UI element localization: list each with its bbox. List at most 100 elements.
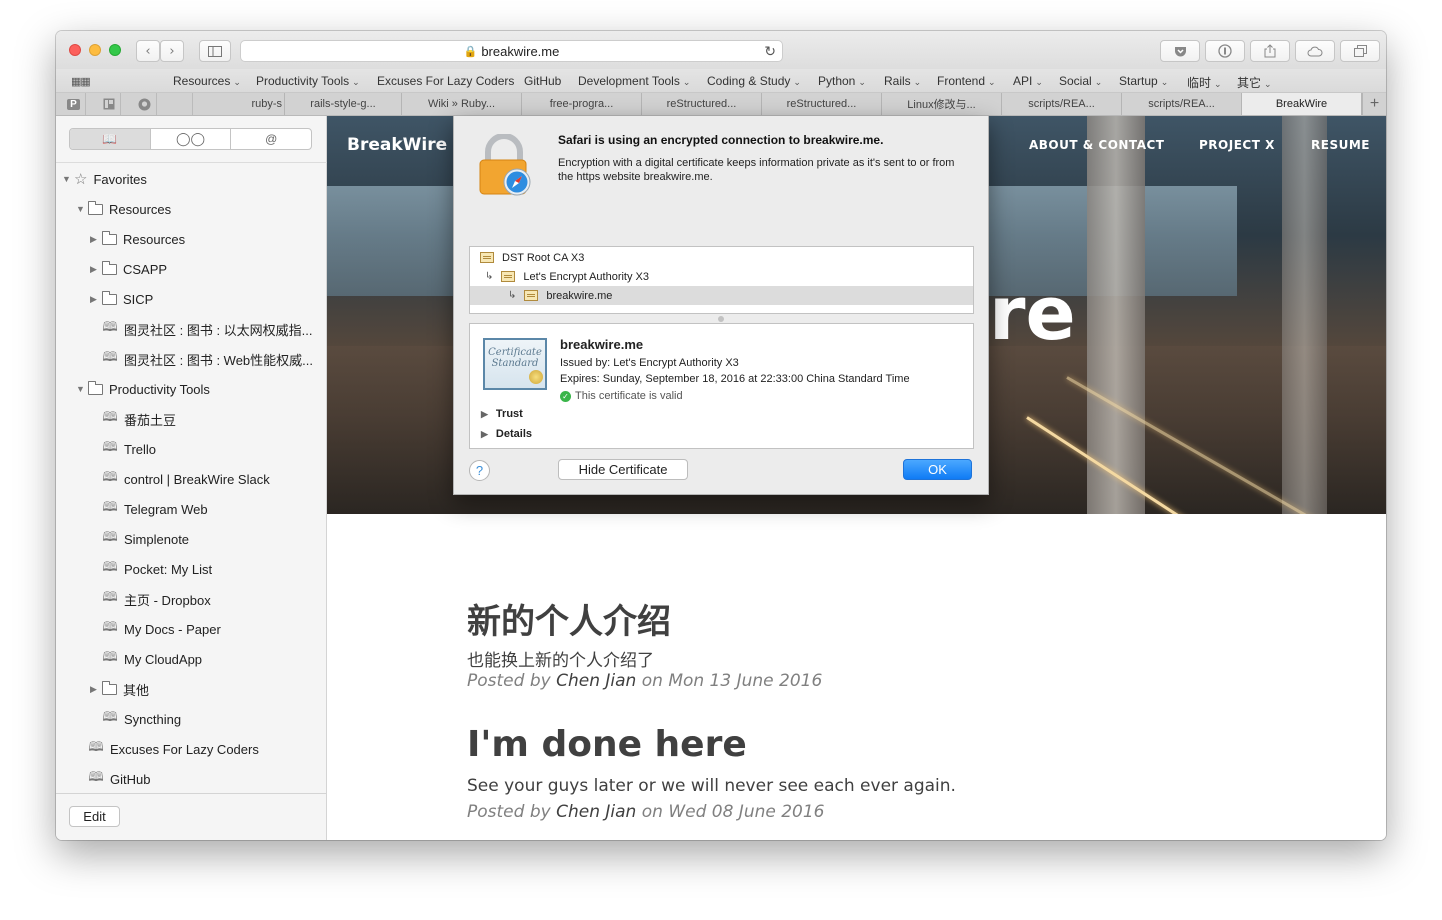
minimize-window-button[interactable] [89, 44, 101, 56]
disclosure-closed-icon[interactable]: ▶ [90, 264, 102, 275]
sidebar-item-pocket[interactable]: 🕮 Pocket: My List [102, 554, 212, 584]
sidebar-item-telegram[interactable]: 🕮 Telegram Web [102, 494, 207, 524]
bookmark-linshi[interactable]: 临时 ⌄ [1187, 74, 1222, 91]
reload-icon[interactable]: ↻ [764, 43, 776, 60]
site-brand[interactable]: BreakWire [347, 135, 447, 155]
sidebar-item-turing-web[interactable]: 🕮 图灵社区 : 图书 : Web性能权威... [102, 344, 313, 374]
bookmark-development-tools[interactable]: Development Tools ⌄ [578, 74, 690, 88]
post-title[interactable]: 新的个人介绍 [467, 594, 671, 643]
bookmark-rails[interactable]: Rails ⌄ [884, 74, 921, 88]
tab[interactable]: Linux修改与... [882, 93, 1002, 115]
sidebar-item-favorites[interactable]: ▼ ☆ Favorites [62, 164, 147, 194]
sidebar-item-qita-folder[interactable]: ▶ 其他 [90, 674, 149, 704]
disclosure-open-icon[interactable]: ▼ [76, 384, 88, 394]
tab[interactable]: Wiki » Ruby... [402, 93, 522, 115]
sidebar-item-syncthing[interactable]: 🕮 Syncthing [102, 704, 181, 734]
nav-about-contact[interactable]: ABOUT & CONTACT [1029, 138, 1164, 152]
details-disclosure[interactable]: ▶ Details [481, 428, 532, 440]
sidebar-item-turing-ethernet[interactable]: 🕮 图灵社区 : 图书 : 以太网权威指... [102, 314, 312, 344]
ok-button[interactable]: OK [903, 459, 972, 480]
tab[interactable]: rails-style-g... [285, 93, 402, 115]
disclosure-closed-icon[interactable]: ▶ [90, 684, 102, 695]
split-handle[interactable] [718, 316, 724, 322]
sidebar-item-fanqie[interactable]: 🕮 番茄土豆 [102, 404, 176, 434]
sidebar-item-dropbox[interactable]: 🕮 主页 - Dropbox [102, 584, 210, 614]
tab[interactable]: reStructured... [762, 93, 882, 115]
post-subtitle[interactable]: 也能换上新的个人介绍了 [467, 646, 654, 671]
sidebar-item-slack[interactable]: 🕮 control | BreakWire Slack [102, 464, 269, 494]
folder-icon [102, 260, 117, 275]
new-tab-button[interactable]: + [1362, 93, 1386, 115]
disclosure-closed-icon[interactable]: ▶ [90, 234, 102, 245]
reading-list-segment[interactable]: ◯◯ [151, 129, 232, 149]
post-author[interactable]: Chen Jian [556, 802, 636, 822]
share-button[interactable] [1250, 40, 1290, 62]
sidebar-item-resources-folder[interactable]: ▼ Resources [76, 194, 171, 224]
nav-resume[interactable]: RESUME [1311, 138, 1370, 152]
back-button[interactable]: ‹ [136, 40, 160, 62]
tab[interactable]: free-progra... [522, 93, 642, 115]
bookmark-icon: 🕮 [88, 739, 104, 754]
chevron-down-icon: ⌄ [352, 77, 360, 87]
bookmark-coding-study[interactable]: Coding & Study ⌄ [707, 74, 801, 88]
sidebar-item-csapp[interactable]: ▶ CSAPP [90, 254, 167, 284]
address-bar[interactable]: 🔒 breakwire.me ↻ [240, 40, 783, 62]
lock-icon[interactable]: 🔒 [464, 45, 478, 58]
disclosure-open-icon[interactable]: ▼ [76, 204, 88, 214]
sidebar-item-label: Productivity Tools [109, 381, 210, 397]
tab-overview-button[interactable] [1340, 40, 1380, 62]
tab[interactable]: scripts/REA... [1122, 93, 1242, 115]
icloud-tabs-button[interactable] [1295, 40, 1335, 62]
pinned-tab-p[interactable]: P [62, 93, 86, 115]
pocket-button[interactable] [1160, 40, 1200, 62]
pinned-tab-github[interactable] [133, 93, 157, 115]
bookmark-label: Frontend [937, 74, 986, 88]
tab[interactable]: ruby-s [194, 93, 285, 115]
zoom-window-button[interactable] [109, 44, 121, 56]
disclosure-open-icon[interactable]: ▼ [62, 174, 74, 184]
bookmark-resources[interactable]: Resources ⌄ [173, 74, 241, 88]
sidebar-item-trello[interactable]: 🕮 Trello [102, 434, 156, 464]
pinned-tab-instapaper[interactable] [97, 93, 121, 115]
grid-icon[interactable]: ▦▦ [71, 75, 91, 88]
sidebar-item-excuses[interactable]: 🕮 Excuses For Lazy Coders [88, 734, 259, 764]
bookmark-startup[interactable]: Startup ⌄ [1119, 74, 1168, 88]
bookmark-github[interactable]: GitHub [524, 74, 561, 88]
bookmark-productivity-tools[interactable]: Productivity Tools ⌄ [256, 74, 360, 88]
nav-project-x[interactable]: PROJECT X [1199, 138, 1275, 152]
bookmark-frontend[interactable]: Frontend ⌄ [937, 74, 996, 88]
sidebar-item-productivity-tools[interactable]: ▼ Productivity Tools [76, 374, 210, 404]
sidebar-item-github[interactable]: 🕮 GitHub [88, 764, 150, 794]
tab[interactable]: reStructured... [642, 93, 762, 115]
close-window-button[interactable] [69, 44, 81, 56]
chain-item-intermediate[interactable]: ↳ Let's Encrypt Authority X3 [470, 267, 973, 286]
post-subtitle[interactable]: See your guys later or we will never see… [467, 776, 956, 796]
tab-active[interactable]: BreakWire [1242, 93, 1362, 115]
bookmarks-segment[interactable]: 📖 [70, 129, 151, 149]
hide-certificate-button[interactable]: Hide Certificate [558, 459, 688, 480]
sidebar-item-simplenote[interactable]: 🕮 Simplenote [102, 524, 189, 554]
sidebar-item-paper[interactable]: 🕮 My Docs - Paper [102, 614, 220, 644]
password-extension-button[interactable] [1205, 40, 1245, 62]
forward-button[interactable]: › [160, 40, 184, 62]
bookmark-api[interactable]: API ⌄ [1013, 74, 1043, 88]
edit-button[interactable]: Edit [69, 806, 120, 827]
bookmark-python[interactable]: Python ⌄ [818, 74, 866, 88]
trust-disclosure[interactable]: ▶ Trust [481, 408, 523, 420]
sidebar-item-resources-sub[interactable]: ▶ Resources [90, 224, 185, 254]
bookmark-excuses[interactable]: Excuses For Lazy Coders [377, 74, 514, 88]
help-button[interactable]: ? [469, 460, 490, 481]
post-title[interactable]: I'm done here [467, 724, 747, 765]
bookmark-qita[interactable]: 其它 ⌄ [1237, 74, 1272, 91]
pinned-tab-blank[interactable] [169, 93, 193, 115]
tab[interactable]: scripts/REA... [1002, 93, 1122, 115]
sidebar-toggle-button[interactable] [199, 40, 231, 62]
disclosure-closed-icon[interactable]: ▶ [90, 294, 102, 305]
bookmark-social[interactable]: Social ⌄ [1059, 74, 1102, 88]
chain-item-leaf[interactable]: ↳ breakwire.me [470, 286, 973, 305]
sidebar-item-cloudapp[interactable]: 🕮 My CloudApp [102, 644, 202, 674]
shared-links-segment[interactable]: @ [231, 129, 311, 149]
chain-item-root[interactable]: DST Root CA X3 [470, 248, 973, 267]
sidebar-item-sicp[interactable]: ▶ SICP [90, 284, 153, 314]
post-author[interactable]: Chen Jian [556, 671, 636, 691]
